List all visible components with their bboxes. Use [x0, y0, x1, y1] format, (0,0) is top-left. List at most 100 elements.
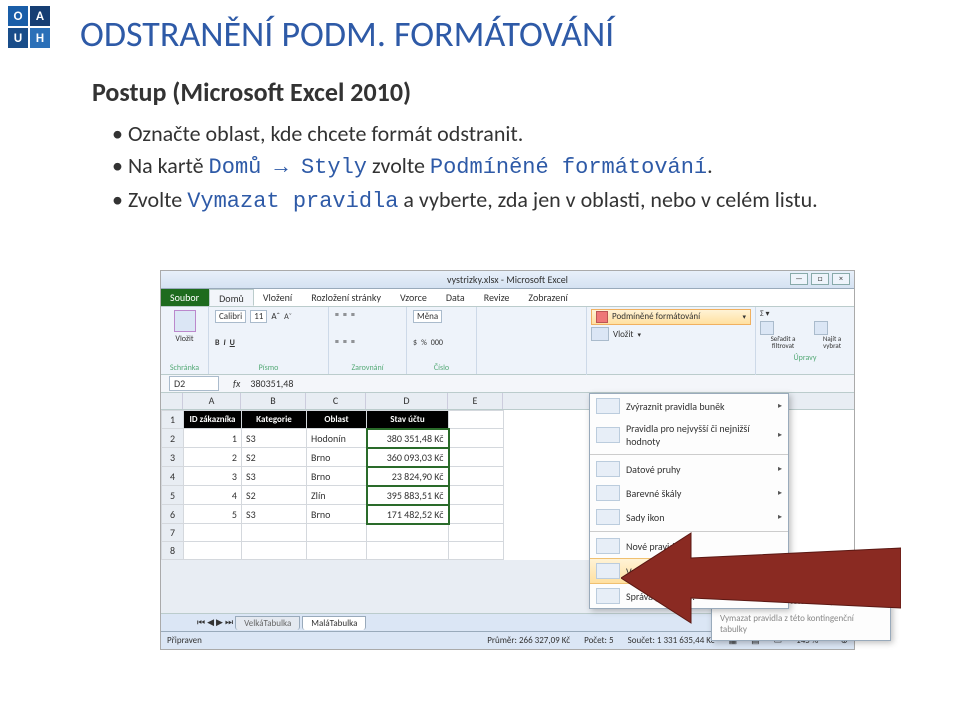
- row-hdr[interactable]: 3: [162, 448, 184, 467]
- name-box[interactable]: D2: [169, 376, 219, 391]
- row-hdr[interactable]: 2: [162, 429, 184, 448]
- select-all-corner[interactable]: [161, 393, 183, 409]
- tab-data[interactable]: Data: [437, 289, 475, 306]
- logo-h: H: [30, 28, 50, 48]
- tab-nav-last[interactable]: ⏭: [225, 617, 233, 628]
- menu-new-rule[interactable]: Nové pravidlo…: [590, 534, 788, 558]
- formula-value[interactable]: 380351,48: [246, 377, 297, 390]
- cell[interactable]: Brno: [307, 467, 367, 486]
- row-hdr[interactable]: 5: [162, 486, 184, 505]
- table-row: 7: [162, 524, 504, 542]
- highlight-icon: [596, 398, 620, 414]
- bold-button[interactable]: B: [215, 338, 219, 348]
- col-B[interactable]: B: [241, 393, 306, 409]
- status-average: Průměr: 266 327,09 Kč: [487, 635, 570, 646]
- col-C[interactable]: C: [306, 393, 366, 409]
- menu-manage-rules[interactable]: Správa pravidel…: [590, 584, 788, 608]
- logo-grid: O A U H: [8, 6, 50, 48]
- cell[interactable]: Zlín: [307, 486, 367, 505]
- cell[interactable]: 2: [184, 448, 242, 467]
- kw-styly: Styly: [301, 155, 367, 180]
- submenu-clear-pivot[interactable]: Vymazat pravidla z této kontingenční tab…: [712, 610, 890, 638]
- align-left-icon[interactable]: ≡: [335, 337, 339, 347]
- tab-view[interactable]: Zobrazení: [519, 289, 577, 306]
- sort-filter-button[interactable]: Seřadit a filtrovat: [760, 321, 806, 349]
- tab-nav-first[interactable]: ⏮: [197, 617, 205, 628]
- underline-button[interactable]: U: [230, 338, 235, 348]
- number-format-box[interactable]: Měna: [413, 310, 442, 323]
- menu-manage-label: Správa pravidel…: [626, 590, 695, 603]
- tab-nav-prev[interactable]: ◀: [207, 617, 214, 628]
- align-center-icon[interactable]: ≡: [343, 337, 347, 347]
- font-size-box[interactable]: 11: [250, 310, 267, 323]
- comma-icon[interactable]: 000: [431, 338, 443, 348]
- cell-selected[interactable]: 395 883,51 Kč: [367, 486, 449, 505]
- paste-label: Vložit: [175, 334, 193, 344]
- hdr-stav: Stav účtu: [367, 411, 449, 429]
- cell[interactable]: S2: [242, 486, 307, 505]
- kw-podm: Podmíněné formátování: [430, 155, 707, 180]
- col-A[interactable]: A: [183, 393, 241, 409]
- tab-formulas[interactable]: Vzorce: [391, 289, 437, 306]
- col-E[interactable]: E: [448, 393, 503, 409]
- find-select-button[interactable]: Najít a vybrat: [814, 321, 850, 349]
- cell[interactable]: 4: [184, 486, 242, 505]
- insert-cells-button[interactable]: Vložit ▾: [591, 327, 751, 341]
- col-D[interactable]: D: [366, 393, 448, 409]
- tab-nav-next[interactable]: ▶: [216, 617, 223, 628]
- align-mid-icon[interactable]: ≡: [343, 310, 347, 320]
- cell-selected[interactable]: 380 351,48 Kč: [367, 429, 449, 448]
- cell-selected[interactable]: 360 093,03 Kč: [367, 448, 449, 467]
- align-top-icon[interactable]: ≡: [335, 310, 339, 320]
- tab-insert[interactable]: Vložení: [254, 289, 302, 306]
- menu-top-rules[interactable]: Pravidla pro nejvyšší či nejnižší hodnot…: [590, 418, 788, 452]
- font-name-box[interactable]: Calibri: [215, 310, 246, 323]
- align-bot-icon[interactable]: ≡: [351, 310, 355, 320]
- percent-icon[interactable]: %: [421, 338, 427, 348]
- tab-home[interactable]: Domů: [209, 289, 254, 306]
- menu-highlight-rules[interactable]: Zvýraznit pravidla buněk▸: [590, 394, 788, 418]
- row-hdr[interactable]: 8: [162, 542, 184, 560]
- cell[interactable]: S2: [242, 448, 307, 467]
- clear-icon: [596, 563, 620, 579]
- cell[interactable]: S3: [242, 505, 307, 524]
- italic-button[interactable]: I: [223, 338, 225, 348]
- menu-data-bars[interactable]: Datové pruhy▸: [590, 457, 788, 481]
- cell-selected[interactable]: 171 482,52 Kč: [367, 505, 449, 524]
- currency-icon[interactable]: $: [413, 338, 417, 348]
- cell[interactable]: 5: [184, 505, 242, 524]
- font-grow-icon[interactable]: Aˆ: [271, 311, 280, 322]
- cell[interactable]: 3: [184, 467, 242, 486]
- sheet-tab-1[interactable]: VelkáTabulka: [235, 616, 300, 630]
- menu-clear-rules[interactable]: Vymazat pravidla▸: [590, 558, 788, 584]
- row-hdr[interactable]: 4: [162, 467, 184, 486]
- cell[interactable]: Brno: [307, 505, 367, 524]
- cell[interactable]: 1: [184, 429, 242, 448]
- sheet-tab-2[interactable]: MaláTabulka: [302, 616, 366, 630]
- cell[interactable]: S3: [242, 429, 307, 448]
- status-count: Počet: 5: [584, 635, 613, 646]
- status-ready: Připraven: [167, 635, 202, 646]
- row-hdr-1[interactable]: 1: [162, 411, 184, 429]
- minimize-button[interactable]: —: [790, 273, 808, 285]
- fx-icon[interactable]: fx: [233, 377, 240, 390]
- paste-button[interactable]: Vložit: [167, 310, 202, 344]
- conditional-formatting-button[interactable]: Podmíněné formátování ▾: [591, 309, 751, 325]
- cell[interactable]: S3: [242, 467, 307, 486]
- cell-selected[interactable]: 23 824,90 Kč: [367, 467, 449, 486]
- close-button[interactable]: ×: [832, 273, 850, 285]
- align-right-icon[interactable]: ≡: [351, 337, 355, 347]
- row-hdr[interactable]: 7: [162, 524, 184, 542]
- menu-color-scales[interactable]: Barevné škály▸: [590, 481, 788, 505]
- cell[interactable]: Hodonín: [307, 429, 367, 448]
- cond-fmt-dropdown: Zvýraznit pravidla buněk▸ Pravidla pro n…: [589, 393, 789, 609]
- row-hdr[interactable]: 6: [162, 505, 184, 524]
- cell[interactable]: Brno: [307, 448, 367, 467]
- maximize-button[interactable]: □: [811, 273, 829, 285]
- menu-icon-sets[interactable]: Sady ikon▸: [590, 505, 788, 529]
- font-shrink-icon[interactable]: Aˇ: [284, 312, 292, 322]
- tab-review[interactable]: Revize: [475, 289, 520, 306]
- tab-layout[interactable]: Rozložení stránky: [302, 289, 391, 306]
- tab-file[interactable]: Soubor: [161, 289, 209, 306]
- window-title: vystrizky.xlsx - Microsoft Excel: [447, 273, 568, 286]
